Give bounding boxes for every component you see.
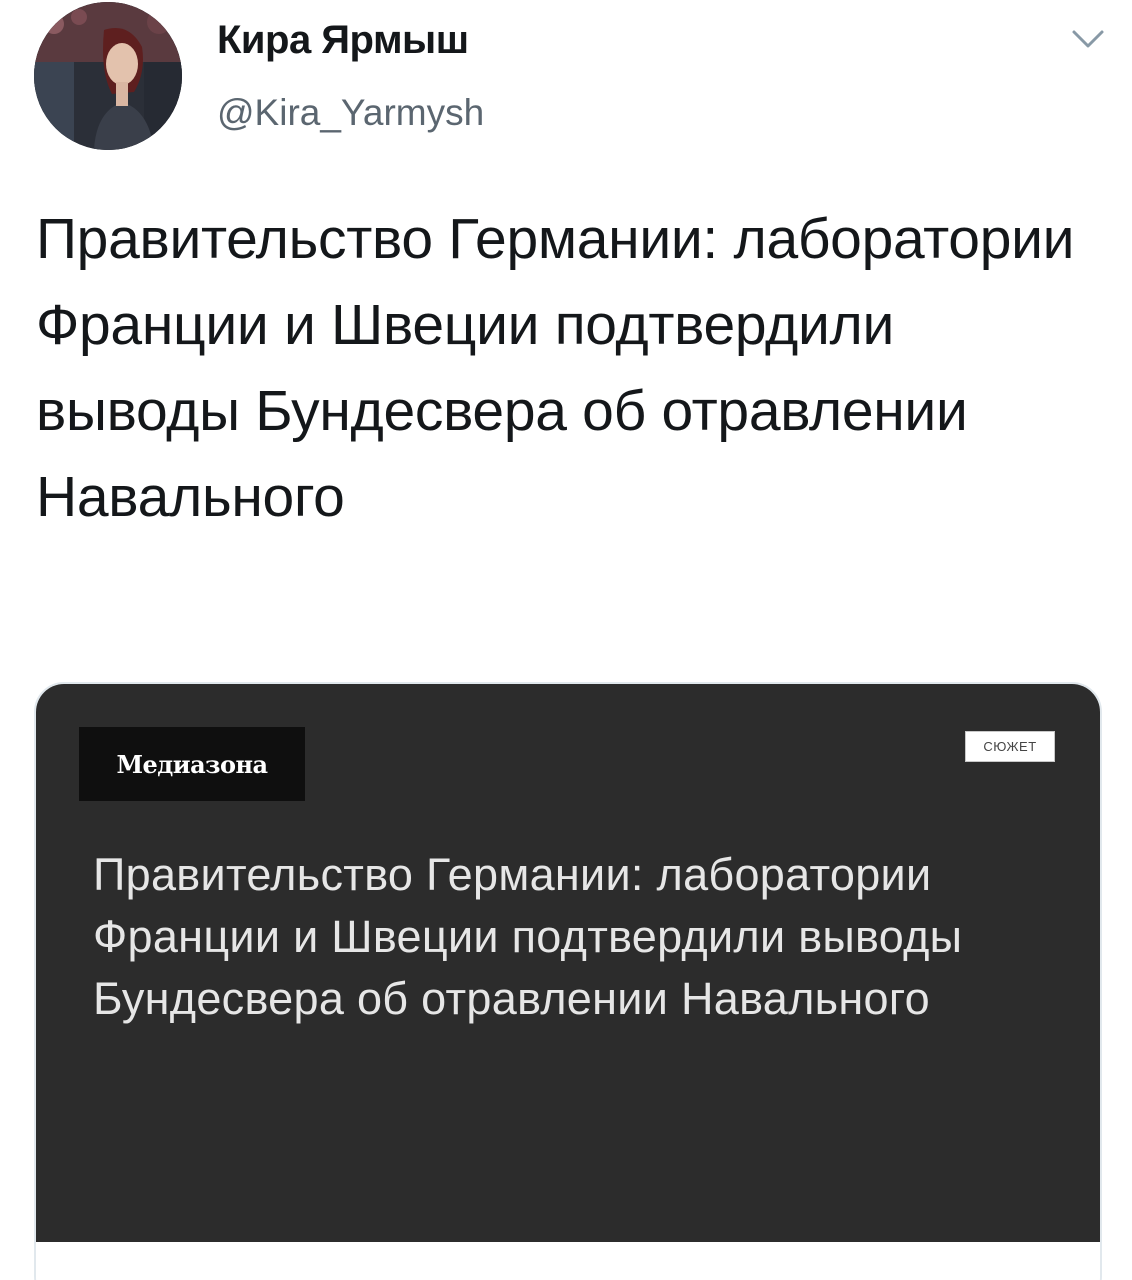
tweet-text: Правительство Германии: лаборатории Фран…: [36, 207, 1075, 529]
card-image[interactable]: Медиазона СЮЖЕТ Правительство Германии: …: [36, 684, 1100, 1242]
brand-name: Медиазона: [116, 749, 268, 779]
link-card[interactable]: Медиазона СЮЖЕТ Правительство Германии: …: [34, 682, 1102, 1280]
story-tag-label: СЮЖЕТ: [983, 739, 1037, 754]
chevron-down-icon[interactable]: [1068, 22, 1108, 58]
avatar-image: [34, 2, 182, 150]
card-footer[interactable]: [36, 1242, 1100, 1280]
avatar[interactable]: [34, 2, 182, 150]
tweet: Кира Ярмыш @Kira_Yarmysh Правительство Г…: [0, 0, 1132, 1280]
brand-logo: Медиазона: [79, 727, 305, 801]
user-handle[interactable]: @Kira_Yarmysh: [217, 92, 484, 134]
display-name[interactable]: Кира Ярмыш: [217, 18, 469, 63]
card-headline: Правительство Германии: лаборатории Фран…: [93, 849, 963, 1024]
story-tag: СЮЖЕТ: [965, 731, 1055, 762]
